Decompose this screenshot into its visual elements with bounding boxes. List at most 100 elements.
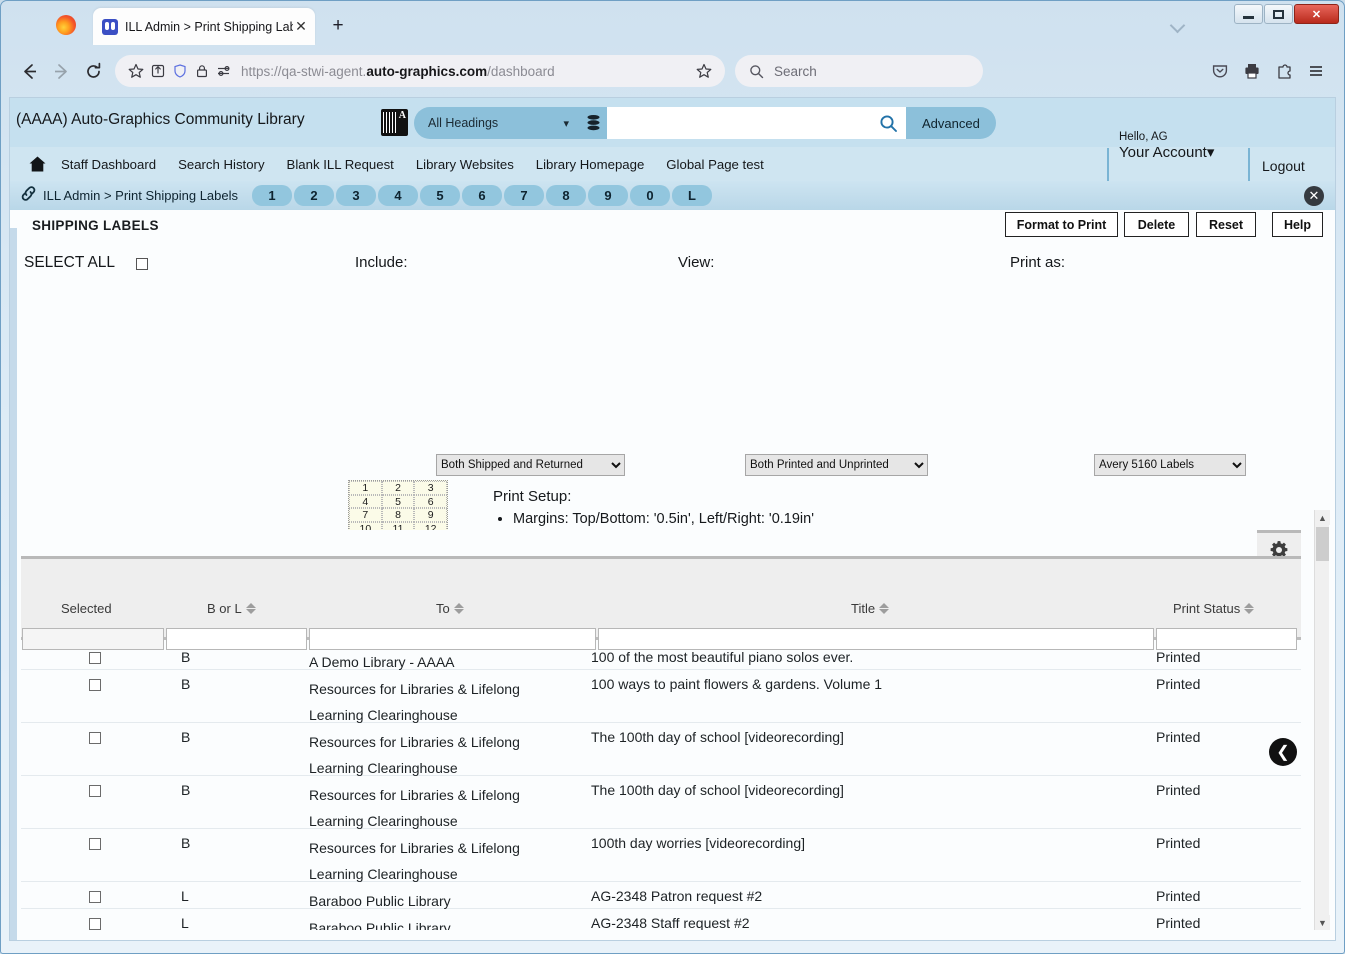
page-jump-1[interactable]: 1	[252, 185, 293, 206]
row-select-checkbox[interactable]	[89, 918, 101, 930]
pocket-icon[interactable]	[1204, 55, 1236, 87]
hamburger-menu-icon[interactable]	[1300, 55, 1332, 87]
tracking-settings-icon[interactable]	[213, 60, 235, 82]
sort-arrows-icon[interactable]	[245, 602, 257, 615]
back-icon[interactable]	[13, 55, 45, 87]
minimize-button[interactable]	[1234, 4, 1263, 24]
row-select-checkbox[interactable]	[89, 652, 101, 664]
scrollbar-thumb[interactable]	[1316, 527, 1329, 561]
table-row[interactable]: B Resources for Libraries & Lifelong Lear…	[21, 776, 1301, 829]
your-account-link[interactable]: Your Account▾	[1119, 143, 1214, 161]
search-submit-icon[interactable]	[870, 107, 906, 139]
page-jump-5[interactable]: 5	[420, 185, 461, 206]
row-select-checkbox[interactable]	[89, 679, 101, 691]
address-bar[interactable]: https://qa-stwi-agent.auto-graphics.com/…	[115, 55, 725, 87]
include-select[interactable]: Both Shipped and ReturnedShippedReturned	[436, 454, 625, 476]
cell-to: Baraboo Public Library	[309, 920, 451, 930]
nav-link-search-history[interactable]: Search History	[178, 157, 264, 172]
close-icon[interactable]: ✕	[293, 18, 309, 35]
label-cell-4[interactable]: 4	[349, 494, 382, 508]
label-cell-5[interactable]: 5	[381, 494, 415, 508]
row-select-checkbox[interactable]	[89, 891, 101, 903]
page-jump-3[interactable]: 3	[336, 185, 377, 206]
page-jump-8[interactable]: 8	[546, 185, 587, 206]
table-row[interactable]: B Resources for Libraries & Lifelong Lear…	[21, 670, 1301, 723]
row-select-checkbox[interactable]	[89, 732, 101, 744]
collapse-panel-arrow-icon[interactable]: ❮	[1269, 738, 1297, 766]
sort-arrows-icon[interactable]	[453, 602, 465, 615]
page-jump-2[interactable]: 2	[294, 185, 335, 206]
page-jump-9[interactable]: 9	[588, 185, 629, 206]
nav-link-library-websites[interactable]: Library Websites	[416, 157, 514, 172]
scan-text-icon[interactable]	[381, 109, 408, 136]
sort-arrows-icon[interactable]	[879, 602, 890, 615]
chevron-down-icon[interactable]	[1169, 19, 1189, 31]
scroll-down-icon[interactable]: ▼	[1315, 915, 1330, 930]
extensions-icon[interactable]	[1268, 55, 1300, 87]
column-header-title[interactable]: Title	[851, 601, 890, 616]
headings-dropdown[interactable]: All Headings ▾	[414, 107, 579, 139]
window-close-button[interactable]: ✕	[1294, 4, 1339, 24]
column-header-bol[interactable]: B or L	[207, 601, 257, 616]
reload-icon[interactable]	[77, 55, 109, 87]
print-icon[interactable]	[1236, 55, 1268, 87]
browser-search-box[interactable]: Search	[735, 55, 983, 87]
home-icon[interactable]	[28, 155, 47, 173]
scroll-up-icon[interactable]: ▲	[1315, 510, 1330, 525]
save-to-pocket-icon[interactable]	[147, 60, 169, 82]
bookmark-star-icon[interactable]	[125, 60, 147, 82]
table-row[interactable]: L Baraboo Public Library AG-2348 Staff req…	[21, 909, 1301, 930]
column-header-print-status[interactable]: Print Status	[1173, 601, 1255, 616]
shield-icon[interactable]	[169, 60, 191, 82]
nav-link-staff-dashboard[interactable]: Staff Dashboard	[61, 157, 156, 172]
select-all-checkbox[interactable]	[136, 258, 148, 270]
table-row[interactable]: BA Demo Library - AAAA 100 of the most be…	[21, 643, 1301, 670]
lock-icon[interactable]	[191, 60, 213, 82]
page-jump-6[interactable]: 6	[462, 185, 503, 206]
table-row[interactable]: B Resources for Libraries & Lifelong Lear…	[21, 829, 1301, 882]
table-row[interactable]: L Baraboo Public Library AG-2348 Patron re…	[21, 882, 1301, 909]
label-cell-3[interactable]: 3	[414, 481, 447, 495]
logout-link[interactable]: Logout	[1262, 158, 1305, 174]
nav-link-global-page-test[interactable]: Global Page test	[666, 157, 764, 172]
content-scrollbar[interactable]: ▲ ▼	[1314, 510, 1330, 930]
database-icon[interactable]	[579, 107, 607, 139]
delete-button[interactable]: Delete	[1124, 212, 1189, 237]
cell-title: 100th day worries [videorecording]	[591, 835, 806, 851]
print-as-select[interactable]: Avery 5160 LabelsAvery 5161 LabelsPlain …	[1094, 454, 1246, 476]
label-cell-8[interactable]: 8	[381, 508, 415, 522]
table-row[interactable]: B Resources for Libraries & Lifelong Lear…	[21, 723, 1301, 776]
page-jump-0[interactable]: 0	[630, 185, 671, 206]
cell-to: Resources for Libraries & Lifelong Learn…	[309, 681, 520, 723]
help-button[interactable]: Help	[1272, 212, 1323, 237]
page-jump-4[interactable]: 4	[378, 185, 419, 206]
catalog-search-input[interactable]	[607, 107, 870, 139]
browser-window: ILL Admin > Print Shipping Labels ✕ + ✕	[0, 0, 1345, 954]
cell-title: The 100th day of school [videorecording]	[591, 729, 844, 745]
row-select-checkbox[interactable]	[89, 838, 101, 850]
sort-arrows-icon[interactable]	[1244, 602, 1255, 615]
page-jump-l[interactable]: L	[672, 185, 713, 206]
row-select-checkbox[interactable]	[89, 785, 101, 797]
label-cell-9[interactable]: 9	[414, 508, 447, 522]
label-cell-6[interactable]: 6	[414, 494, 447, 508]
page-bookmark-icon[interactable]	[693, 60, 715, 82]
nav-link-blank-ill-request[interactable]: Blank ILL Request	[287, 157, 394, 172]
new-tab-button[interactable]: +	[326, 14, 350, 38]
main-navigation: Staff Dashboard Search History Blank ILL…	[10, 131, 1335, 200]
catalog-search-group: All Headings ▾ Advanced	[414, 107, 996, 139]
label-cell-2[interactable]: 2	[381, 481, 415, 495]
view-select[interactable]: Both Printed and UnprintedPrintedUnprint…	[745, 454, 928, 476]
format-to-print-button[interactable]: Format to Print	[1005, 212, 1118, 237]
column-header-to[interactable]: To	[436, 601, 465, 616]
advanced-search-button[interactable]: Advanced	[906, 107, 996, 139]
forward-icon[interactable]	[45, 55, 77, 87]
maximize-button[interactable]	[1264, 4, 1293, 24]
page-jump-7[interactable]: 7	[504, 185, 545, 206]
nav-link-library-homepage[interactable]: Library Homepage	[536, 157, 645, 172]
close-icon[interactable]: ✕	[1304, 186, 1324, 206]
browser-tab[interactable]: ILL Admin > Print Shipping Labels ✕	[93, 8, 315, 45]
reset-button[interactable]: Reset	[1196, 212, 1256, 237]
label-cell-7[interactable]: 7	[349, 508, 382, 522]
label-cell-1[interactable]: 1	[349, 481, 382, 495]
